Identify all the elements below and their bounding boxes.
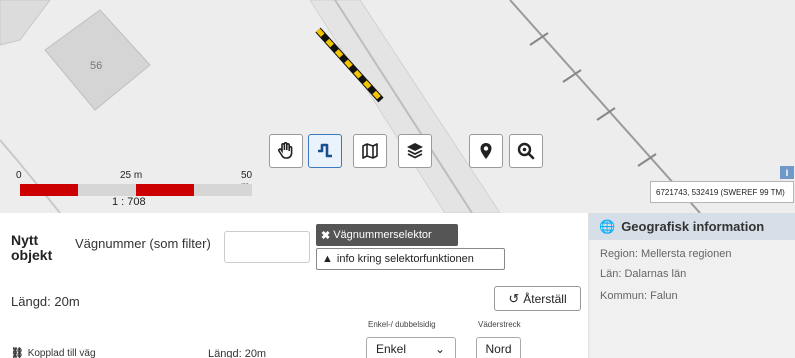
chevron-down-icon: ⌄ <box>434 342 445 356</box>
reset-button[interactable]: ↺ Återställ <box>494 286 581 311</box>
coordinate-readout: 6721743, 532419 (SWEREF 99 TM) <box>650 181 794 203</box>
road-number-filter-input[interactable] <box>224 231 310 263</box>
scale-segment <box>194 184 252 196</box>
selector-info-label: info kring selektorfunktionen <box>336 253 474 265</box>
link-icon: ⛓ <box>11 348 24 358</box>
length-label: Längd: 20m <box>11 294 80 309</box>
linked-road: ⛓ Kopplad till väg <box>11 348 96 358</box>
linked-road-label: Kopplad till väg <box>27 348 96 358</box>
road-number-selector-button[interactable]: ✖ Vägnummerselektor <box>316 224 458 246</box>
scale-bar: 0 25 m 50 m 1 : 708 <box>16 170 256 208</box>
object-panel: Nytt objekt Vägnummer (som filter) ✖ Väg… <box>0 213 588 358</box>
map-info-tag[interactable]: I <box>780 166 794 179</box>
linked-length: Längd: 20m <box>208 348 267 358</box>
scale-segment <box>136 184 194 196</box>
layers-tool-button[interactable] <box>398 134 432 168</box>
building-shape <box>0 0 51 46</box>
undo-icon: ↺ <box>508 290 520 306</box>
map-layers-tool-button[interactable] <box>353 134 387 168</box>
scale-label-25: 25 m <box>120 170 143 181</box>
map-view[interactable]: 56 0 25 m 50 1: 708 I 6721743, 532419 (… <box>0 0 795 213</box>
building-number: 56 <box>90 60 102 72</box>
scale-label-0: 0 <box>16 170 22 181</box>
tools-icon: ✖ <box>321 229 331 242</box>
direction-column-header: Väderstreck <box>478 320 521 329</box>
search-location-tool-button[interactable] <box>509 134 543 168</box>
side-select[interactable]: Enkel ⌄ <box>366 337 456 358</box>
side-column-header: Enkel-/ dubbelsidig <box>368 320 436 329</box>
road-segment-icon <box>318 143 332 158</box>
stack-icon <box>407 143 423 159</box>
panel-title: Nytt objekt <box>11 232 53 263</box>
geo-county: Län: Dalarnas län <box>600 268 687 280</box>
warning-icon: ▲ <box>322 253 333 265</box>
geo-municipality: Kommun: Falun <box>600 290 678 302</box>
road-select-tool-button[interactable] <box>308 134 342 168</box>
road-corridor <box>309 0 501 213</box>
hand-icon <box>278 142 293 159</box>
location-pin-icon <box>480 143 492 159</box>
geographic-info-panel: 🌐 Geografisk information Region: Mellers… <box>588 213 795 358</box>
scale-segment <box>78 184 136 196</box>
marker-tool-button[interactable] <box>469 134 503 168</box>
side-select-value: Enkel <box>376 342 407 356</box>
reset-label: Återställ <box>523 291 567 306</box>
scale-ratio: 1 : 708 <box>112 196 146 208</box>
map-icon <box>362 143 378 159</box>
road-number-filter-label: Vägnummer (som filter) <box>75 236 211 251</box>
direction-field[interactable]: Nord <box>476 337 521 358</box>
geo-title: Geografisk information <box>621 219 765 234</box>
road-number-selector-label: Vägnummerselektor <box>333 229 432 241</box>
pan-tool-button[interactable] <box>269 134 303 168</box>
selector-info-button[interactable]: ▲ info kring selektorfunktionen <box>316 248 505 270</box>
scale-segment <box>20 184 78 196</box>
search-pin-icon <box>517 142 535 160</box>
geo-header: 🌐 Geografisk information <box>589 213 795 240</box>
geo-region: Region: Mellersta regionen <box>600 248 732 260</box>
globe-icon: 🌐 <box>599 218 616 234</box>
